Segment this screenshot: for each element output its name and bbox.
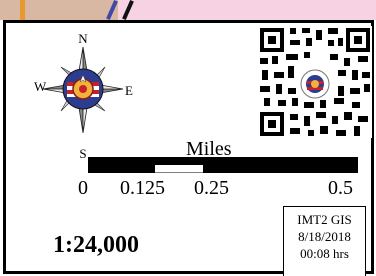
scale-tick-05: 0.5 [328,177,353,199]
map-date: 8/18/2018 [298,229,351,244]
compass-rose-icon: N W E S [34,31,133,161]
scale-tick-0125: 0.125 [120,177,165,199]
scale-tick-0: 0 [78,177,88,199]
scale-bar [88,157,358,173]
compass-south-label: S [79,146,86,161]
organization-label: IMT2 GIS [297,212,352,227]
map-pink-area [118,0,376,20]
compass-east-label: E [125,83,133,98]
qr-code-icon [258,26,372,138]
map-orange-line [20,0,25,20]
representative-fraction: 1:24,000 [53,232,139,258]
scale-tick-025: 0.25 [194,177,229,199]
map-image-strip [0,0,376,20]
compass-west-label: W [34,79,47,94]
map-time: 00:08 hrs [300,246,349,261]
compass-north-label: N [78,31,88,46]
map-info-box: IMT2 GIS 8/18/2018 00:08 hrs [283,206,366,276]
legend-panel: N W E S Miles 0 0.125 0.25 0.5 1:24,000 … [3,20,374,276]
